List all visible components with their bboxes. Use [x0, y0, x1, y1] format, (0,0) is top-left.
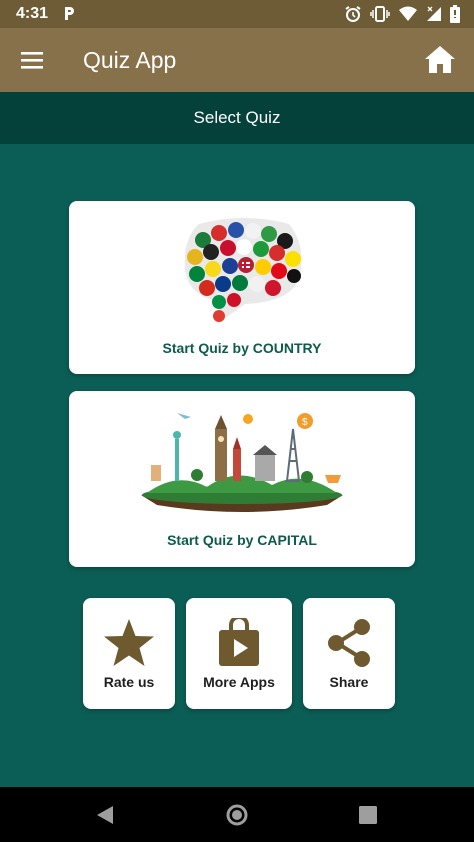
star-icon [104, 619, 154, 666]
recents-square-icon[interactable] [358, 805, 378, 825]
share-label: Share [329, 674, 369, 690]
share-icon [328, 619, 370, 667]
signal-icon [427, 6, 441, 21]
more-apps-label: More Apps [203, 674, 275, 690]
back-icon[interactable] [94, 804, 116, 826]
rate-us-label: Rate us [103, 674, 155, 690]
home-circle-icon[interactable] [225, 803, 249, 827]
page-title: Select Quiz [0, 92, 474, 144]
battery-icon [450, 5, 460, 23]
status-time: 4:31 [16, 5, 49, 22]
home-icon[interactable] [424, 44, 456, 74]
capital-quiz-label: Start Quiz by CAPITAL [167, 532, 317, 548]
status-bar: 4:31 [0, 0, 474, 28]
app-title: Quiz App [83, 47, 177, 73]
wifi-icon [399, 6, 417, 21]
pocket-icon [65, 7, 74, 20]
country-quiz-card[interactable]: Start Quiz by COUNTRY [69, 201, 415, 374]
world-landmarks-island-image: $ [141, 413, 343, 512]
system-nav-bar [0, 787, 474, 842]
share-button[interactable]: Share [303, 598, 395, 709]
rate-us-button[interactable]: Rate us [83, 598, 175, 709]
play-store-bag-icon [219, 618, 259, 666]
vibrate-icon [370, 6, 390, 22]
hamburger-menu-icon[interactable] [18, 49, 46, 71]
capital-quiz-card[interactable]: $ Start Quiz by CAPITAL [69, 391, 415, 567]
status-icons [344, 4, 460, 24]
more-apps-button[interactable]: More Apps [186, 598, 292, 709]
alarm-icon [345, 6, 361, 22]
world-flags-speech-bubble-image [184, 218, 302, 324]
app-bar: Quiz App [0, 28, 474, 92]
country-quiz-label: Start Quiz by COUNTRY [162, 340, 322, 356]
svg-text:$: $ [302, 417, 308, 428]
